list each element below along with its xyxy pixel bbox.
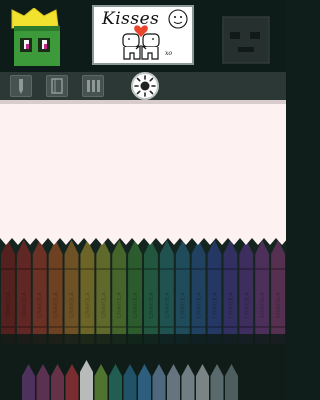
green-blocky-character-with-gold-crown-icon[interactable]	[8, 7, 70, 68]
crayon-label: CRAYOLA	[228, 292, 234, 318]
kissing-characters-drawing	[122, 9, 188, 60]
crayon[interactable]: CRAYOLA	[223, 240, 238, 344]
crayon-label: CRAYOLA	[149, 292, 155, 318]
crayon-label: CRAYOLA	[181, 292, 187, 318]
crayon-label: CRAYOLA	[38, 292, 44, 318]
brush-size-icon[interactable]	[131, 72, 159, 100]
dark-blocky-character-icon[interactable]	[220, 14, 272, 66]
crayon-label: CRAYOLA	[85, 292, 91, 318]
crayon[interactable]: CRAYOLA	[271, 240, 285, 344]
crayon[interactable]: CRAYOLA	[48, 240, 63, 344]
crayon-label: CRAYOLA	[213, 292, 219, 318]
crayon-label: CRAYOLA	[6, 292, 12, 318]
crayon[interactable]: CRAYOLA	[144, 240, 158, 344]
crayon-label: CRAYOLA	[101, 292, 107, 318]
crayon-label: CRAYOLA	[70, 292, 76, 318]
crayon[interactable]: CRAYOLA	[175, 240, 190, 344]
crayon[interactable]: CRAYOLA	[16, 240, 31, 344]
crayon[interactable]: CRAYOLA	[64, 240, 79, 344]
crayon[interactable]: CRAYOLA	[80, 240, 95, 344]
crayon[interactable]: CRAYOLA	[32, 240, 47, 344]
drawing-app: Kisses xo CRAYOLA CRAYOLA CRAYOLA CRAYOL…	[0, 0, 286, 400]
crayon-label: CRAYOLA	[276, 292, 282, 318]
crayons-icon[interactable]	[82, 75, 104, 97]
crayon-label: CRAYOLA	[260, 292, 266, 318]
crayon-label: CRAYOLA	[54, 292, 60, 318]
crayon[interactable]: CRAYOLA	[96, 240, 111, 344]
crayon[interactable]: CRAYOLA	[1, 240, 15, 344]
crayon[interactable]: CRAYOLA	[159, 240, 174, 344]
crayon-label: CRAYOLA	[165, 292, 171, 318]
notebook-icon[interactable]	[46, 75, 68, 97]
crayon[interactable]: CRAYOLA	[207, 240, 222, 344]
crayon-label: CRAYOLA	[117, 292, 123, 318]
header: Kisses xo	[0, 0, 286, 72]
drawing-canvas[interactable]	[0, 100, 286, 242]
crayon-label: CRAYOLA	[133, 292, 139, 318]
pencil-icon[interactable]	[10, 75, 32, 97]
crayon[interactable]: CRAYOLA	[255, 240, 270, 344]
crayon[interactable]: CRAYOLA	[112, 240, 127, 344]
crayon-label: CRAYOLA	[197, 292, 203, 318]
crayon-palette: CRAYOLA CRAYOLA CRAYOLA CRAYOLA CRAYOLA CRAYO…	[0, 238, 286, 400]
crayon[interactable]: CRAYOLA	[191, 240, 206, 344]
crayon[interactable]: CRAYOLA	[239, 240, 254, 344]
crayon-label: CRAYOLA	[22, 292, 28, 318]
kisses-drawing-thumbnail[interactable]: Kisses xo	[92, 5, 194, 65]
crayon[interactable]: CRAYOLA	[128, 240, 142, 344]
crayon-label: CRAYOLA	[244, 292, 250, 318]
